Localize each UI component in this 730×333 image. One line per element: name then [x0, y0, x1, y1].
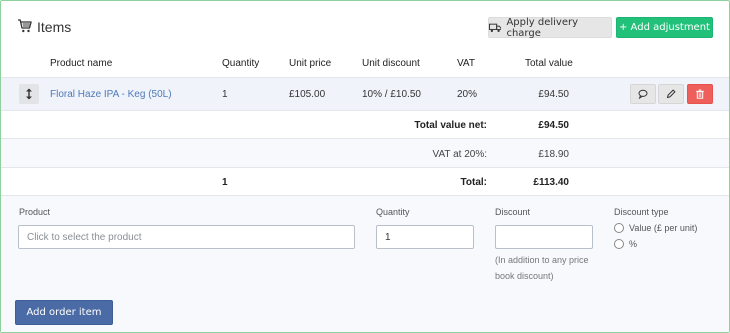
- add-order-item-button[interactable]: Add order item: [15, 300, 113, 325]
- row-quantity: 1: [222, 89, 228, 100]
- column-header-total-value: Total value: [525, 58, 573, 69]
- product-link[interactable]: Floral Haze IPA - Keg (50L): [50, 89, 172, 100]
- net-total-value: £94.50: [538, 120, 569, 131]
- trash-icon: [696, 89, 704, 99]
- row-unit-discount: 10% / £10.50: [362, 89, 421, 100]
- quantity-field-label: Quantity: [376, 207, 410, 217]
- comment-icon: [638, 89, 648, 99]
- discount-type-value-option[interactable]: Value (£ per unit): [614, 223, 697, 233]
- net-total-label: Total value net:: [414, 120, 487, 131]
- grand-total-value: £113.40: [533, 177, 569, 188]
- discount-type-value-label: Value (£ per unit): [629, 223, 698, 233]
- discount-type-label: Discount type: [614, 207, 669, 217]
- quantity-input[interactable]: [376, 225, 474, 249]
- discount-help-text: (In addition to any price book discount): [495, 255, 589, 281]
- table-header: Product name Quantity Unit price Unit di…: [1, 47, 729, 78]
- column-header-vat: VAT: [457, 58, 475, 69]
- add-order-item-label: Add order item: [26, 307, 102, 318]
- radio-button[interactable]: [614, 239, 624, 249]
- grand-total-label: Total:: [460, 177, 487, 188]
- row-unit-price: £105.00: [289, 89, 326, 100]
- column-header-unit-discount: Unit discount: [362, 58, 420, 69]
- vat-label: VAT at 20%:: [432, 149, 487, 160]
- discount-input[interactable]: [495, 225, 593, 249]
- drag-handle[interactable]: [19, 84, 39, 104]
- apply-delivery-charge-button[interactable]: Apply delivery charge: [488, 16, 612, 39]
- delete-button[interactable]: [687, 84, 713, 104]
- edit-button[interactable]: [658, 84, 684, 104]
- table-row: Floral Haze IPA - Keg (50L) 1 £105.00 10…: [1, 78, 729, 111]
- total-quantity: 1: [222, 177, 228, 188]
- net-total-row: Total value net: £94.50: [1, 111, 729, 139]
- shopping-cart-icon: [18, 19, 32, 33]
- column-header-quantity: Quantity: [222, 58, 260, 69]
- comment-button[interactable]: [630, 84, 656, 104]
- vat-value: £18.90: [538, 149, 569, 160]
- row-vat: 20%: [457, 89, 478, 100]
- column-header-unit-price: Unit price: [289, 58, 332, 69]
- apply-delivery-charge-label: Apply delivery charge: [506, 16, 579, 39]
- discount-type-percent-option[interactable]: %: [614, 239, 637, 249]
- discount-type-percent-label: %: [629, 239, 638, 249]
- pencil-icon: [666, 89, 676, 99]
- discount-field-label: Discount: [495, 207, 531, 217]
- add-adjustment-button[interactable]: + Add adjustment: [616, 17, 713, 38]
- vat-row: VAT at 20%: £18.90: [1, 139, 729, 168]
- page-title: Items: [37, 19, 72, 35]
- radio-button[interactable]: [614, 223, 624, 233]
- column-header-product: Product name: [50, 58, 113, 69]
- product-field-label: Product: [19, 207, 51, 217]
- items-panel: Items Apply delivery charge + Add adjust…: [0, 0, 730, 333]
- grand-total-row: 1 Total: £113.40: [1, 168, 729, 196]
- add-item-form: Product Quantity Discount (In addition t…: [1, 196, 729, 332]
- items-header: Items Apply delivery charge + Add adjust…: [1, 1, 729, 47]
- row-total: £94.50: [538, 89, 569, 100]
- add-adjustment-label: + Add adjustment: [619, 22, 710, 33]
- product-select-input[interactable]: [18, 225, 355, 249]
- truck-icon: [489, 23, 502, 32]
- updown-arrow-icon: [26, 88, 32, 100]
